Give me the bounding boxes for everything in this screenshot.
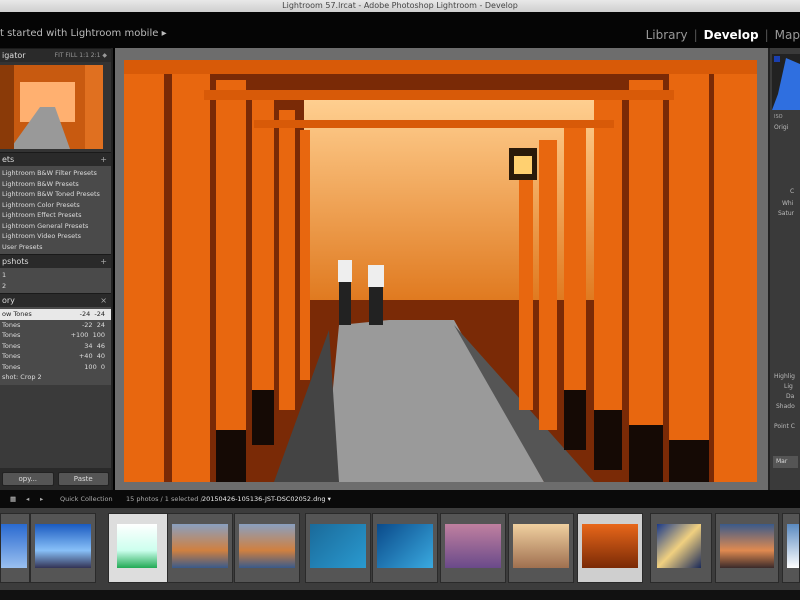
- history-item[interactable]: Tones -22 24: [0, 320, 111, 331]
- clarity-label: C: [790, 188, 795, 195]
- quick-collection-source[interactable]: Quick Collection: [60, 490, 113, 508]
- right-panel: ISO Origi C Whi Satur Highlig Lig Da Sha…: [768, 48, 800, 490]
- main-photo[interactable]: [124, 60, 757, 482]
- history-header[interactable]: ory ×: [0, 293, 111, 307]
- saturation-label: Satur: [778, 210, 795, 217]
- navigator-preview[interactable]: [0, 62, 111, 152]
- paste-button[interactable]: Paste: [57, 472, 109, 486]
- preset-folder[interactable]: Lightroom Effect Presets: [0, 210, 111, 221]
- white-label: Whi: [782, 200, 794, 207]
- filmstrip-thumbnail[interactable]: [0, 513, 30, 583]
- snapshot-item[interactable]: 2: [0, 281, 111, 292]
- filmstrip-thumbnail[interactable]: [167, 513, 233, 583]
- filmstrip-thumbnail[interactable]: [508, 513, 574, 583]
- preset-folder[interactable]: Lightroom B&W Toned Presets: [0, 189, 111, 200]
- module-picker: Library | Develop | Map: [645, 28, 800, 42]
- left-panel: igator FIT FILL 1:1 2:1 ◆ ets + Lightroom …: [0, 48, 113, 490]
- filename-dropdown[interactable]: 20150426-105136-JST-DSC02052.dng ▾: [202, 490, 331, 508]
- snapshots-header[interactable]: pshots +: [0, 254, 111, 268]
- module-develop[interactable]: Develop: [704, 28, 759, 42]
- filmstrip-thumbnail[interactable]: [108, 513, 174, 583]
- navigator-header[interactable]: igator FIT FILL 1:1 2:1 ◆: [0, 48, 111, 62]
- filmstrip: [0, 508, 800, 590]
- filmstrip-thumbnail[interactable]: [440, 513, 506, 583]
- history-item[interactable]: shot: Crop 2: [0, 372, 111, 383]
- forward-icon[interactable]: ▸: [40, 490, 43, 508]
- preset-folder[interactable]: Lightroom Video Presets: [0, 231, 111, 242]
- iso-label: ISO: [774, 114, 783, 120]
- filmstrip-thumbnail[interactable]: [715, 513, 779, 583]
- history-item[interactable]: Tones +100 100: [0, 330, 111, 341]
- shadows-label: Shado: [776, 403, 795, 410]
- history-item[interactable]: Tones 34 46: [0, 341, 111, 352]
- clear-history-icon[interactable]: ×: [100, 294, 107, 308]
- grid-view-icon[interactable]: ▦: [10, 490, 16, 508]
- histogram[interactable]: [772, 54, 800, 110]
- window-title: Lightroom 57.lrcat - Adobe Photoshop Lig…: [0, 0, 800, 12]
- preset-folder[interactable]: User Presets: [0, 242, 111, 253]
- filmstrip-thumbnail-selected[interactable]: [577, 513, 643, 583]
- history-item[interactable]: Tones 100 0: [0, 362, 111, 373]
- back-icon[interactable]: ◂: [26, 490, 29, 508]
- preset-folder[interactable]: Lightroom Color Presets: [0, 200, 111, 211]
- photo-count: 15 photos / 1 selected /: [126, 495, 203, 503]
- module-map[interactable]: Map: [775, 28, 800, 42]
- filmstrip-thumbnail[interactable]: [782, 513, 800, 583]
- history-item[interactable]: ow Tones -24 -24: [0, 309, 111, 320]
- preset-folder[interactable]: Lightroom B&W Presets: [0, 179, 111, 190]
- snapshots-list: 1 2: [0, 268, 111, 293]
- presets-list: Lightroom B&W Filter Presets Lightroom B…: [0, 166, 111, 254]
- lights-label: Lig: [784, 383, 793, 390]
- point-curve-select[interactable]: Point C: [774, 423, 795, 430]
- more-button[interactable]: Mar: [773, 456, 798, 468]
- darks-label: Da: [786, 393, 795, 400]
- add-snapshot-icon[interactable]: +: [100, 255, 107, 269]
- history-list: ow Tones -24 -24 Tones -22 24 Tones +100 10…: [0, 307, 111, 385]
- image-canvas: [115, 48, 768, 490]
- copy-button[interactable]: opy...: [2, 472, 54, 486]
- snapshot-item[interactable]: 1: [0, 270, 111, 281]
- history-item[interactable]: Tones +40 40: [0, 351, 111, 362]
- filmstrip-thumbnail[interactable]: [305, 513, 371, 583]
- module-library[interactable]: Library: [646, 28, 688, 42]
- filmstrip-toolbar: ▦ ◂ ▸ Quick Collection 15 photos / 1 sel…: [0, 490, 800, 508]
- add-preset-icon[interactable]: +: [100, 153, 107, 167]
- bottom-panel-toggle[interactable]: [0, 590, 800, 600]
- filmstrip-thumbnail[interactable]: [234, 513, 300, 583]
- original-photo-checkbox[interactable]: Origi: [774, 124, 788, 131]
- top-bar: t started with Lightroom mobile ▸ Librar…: [0, 12, 800, 48]
- filmstrip-thumbnail[interactable]: [650, 513, 712, 583]
- preset-folder[interactable]: Lightroom B&W Filter Presets: [0, 168, 111, 179]
- highlights-label: Highlig: [774, 373, 795, 380]
- filmstrip-thumbnail[interactable]: [372, 513, 438, 583]
- presets-header[interactable]: ets +: [0, 152, 111, 166]
- preset-folder[interactable]: Lightroom General Presets: [0, 221, 111, 232]
- navigator-zoom-options[interactable]: FIT FILL 1:1 2:1 ◆: [55, 49, 107, 63]
- filmstrip-thumbnail[interactable]: [30, 513, 96, 583]
- lightroom-mobile-link[interactable]: t started with Lightroom mobile ▸: [0, 28, 167, 39]
